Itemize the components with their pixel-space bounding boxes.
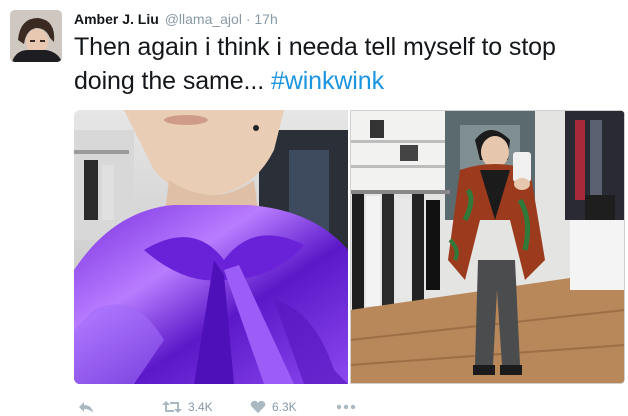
retweet-count: 3.4K — [188, 400, 213, 414]
tweet-text: Then again i think i needa tell myself t… — [74, 30, 614, 98]
retweet-icon — [162, 401, 182, 413]
heart-icon — [250, 400, 266, 413]
author-name[interactable]: Amber J. Liu — [74, 11, 159, 27]
like-button[interactable]: 6.3K — [250, 398, 297, 416]
photo-right[interactable] — [349, 110, 625, 384]
tweet-header: Amber J. Liu @llama_ajol · 17h — [74, 10, 278, 28]
more-dots-icon — [336, 404, 356, 410]
reply-arrow-icon — [79, 402, 93, 413]
avatar-photo — [10, 10, 62, 62]
retweet-button[interactable]: 3.4K — [162, 398, 213, 416]
more-button[interactable] — [336, 398, 356, 416]
media-grid — [74, 110, 625, 384]
avatar[interactable] — [10, 10, 62, 62]
like-count: 6.3K — [272, 400, 297, 414]
reply-button[interactable] — [78, 398, 94, 416]
author-handle[interactable]: @llama_ajol — [165, 11, 242, 27]
hashtag-link[interactable]: #winkwink — [271, 67, 384, 95]
timestamp[interactable]: 17h — [254, 11, 277, 27]
meta-separator: · — [245, 11, 251, 27]
purple-blouse-photo — [74, 110, 348, 384]
photo-left[interactable] — [74, 110, 348, 384]
mirror-selfie-photo — [349, 110, 625, 384]
